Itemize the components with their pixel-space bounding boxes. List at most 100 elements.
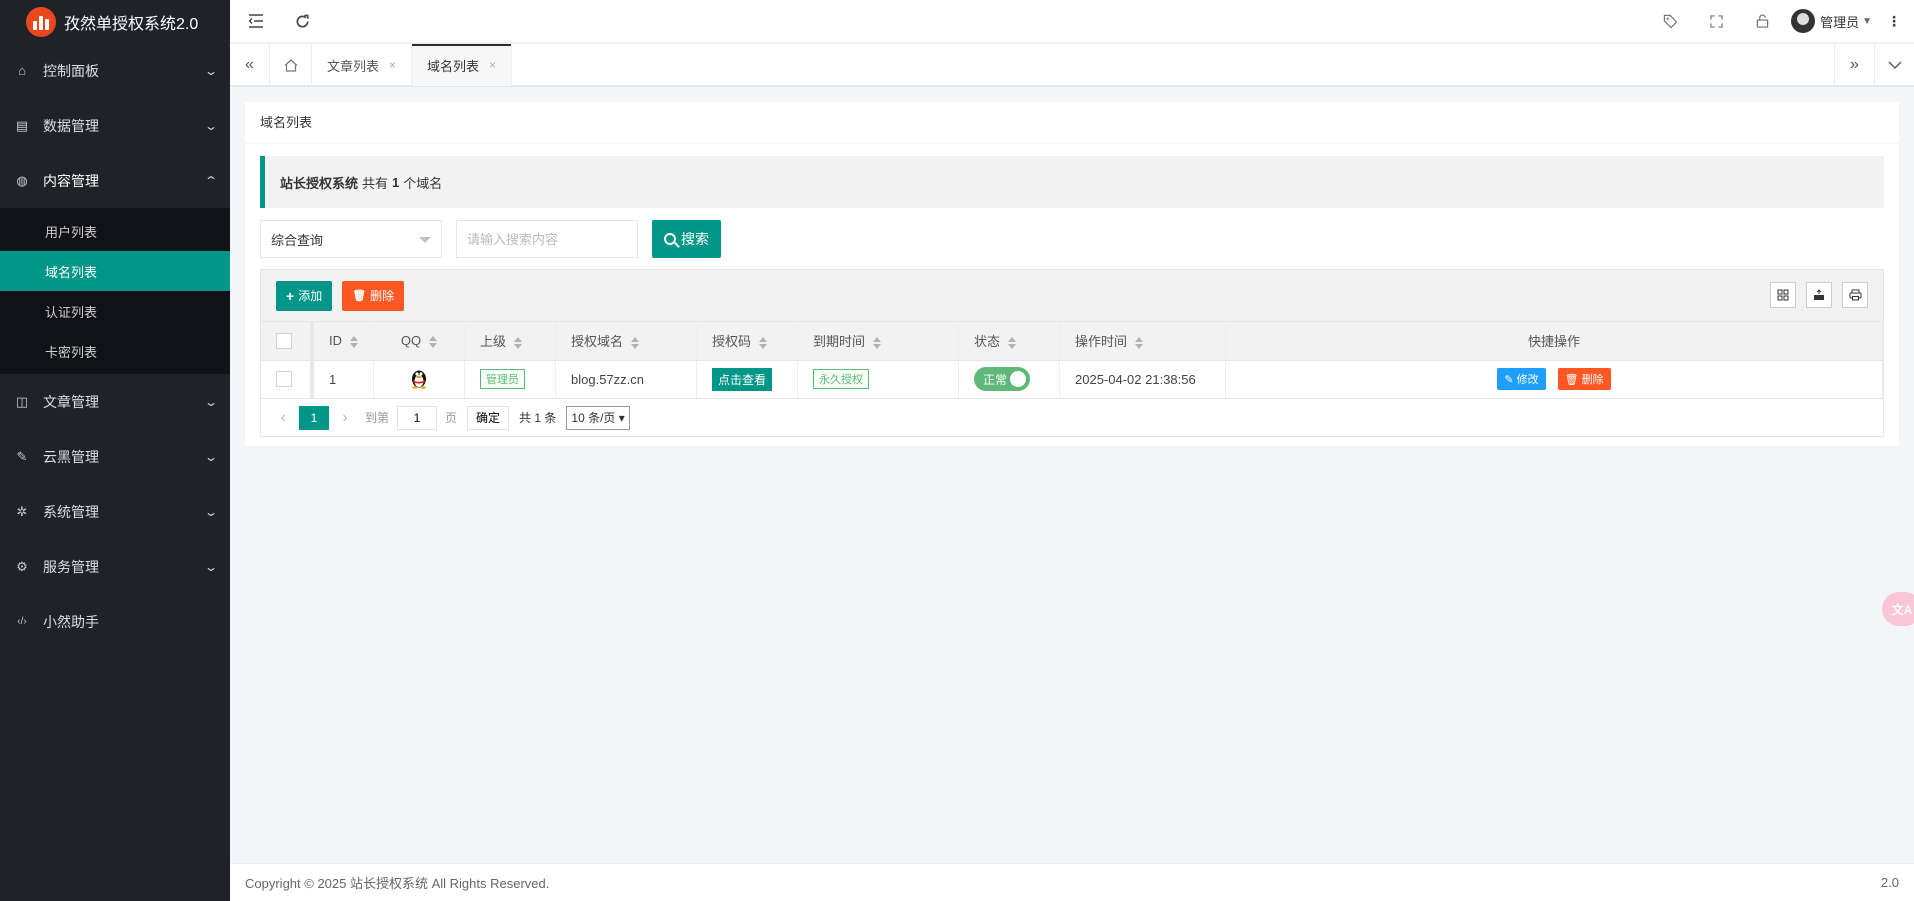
col-code[interactable]: 授权码 (696, 322, 798, 361)
close-icon[interactable]: × (389, 58, 396, 72)
header-checkbox-cell (261, 322, 314, 361)
more-icon[interactable]: ⋮ (1882, 0, 1906, 43)
sort-icon[interactable] (350, 335, 358, 348)
edit-button[interactable]: ✎ 修改 (1497, 368, 1546, 390)
cell-qq (373, 360, 465, 399)
chevron-down-icon[interactable] (1874, 44, 1914, 86)
sidebar-item-data[interactable]: ▤ 数据管理 ⌄ (0, 98, 230, 153)
search-input[interactable] (456, 220, 638, 258)
tab-label: 域名列表 (427, 58, 480, 74)
sidebar: 孜然单授权系统2.0 ⌂ 控制面板 ⌄ ▤ 数据管理 ⌄ ◍ 内容管理 ⌃ 用户… (0, 0, 230, 901)
sidebar-item-blacklist[interactable]: ✎ 云黑管理 ⌄ (0, 429, 230, 484)
sidebar-item-label: 小然助手 (43, 613, 99, 630)
delete-button[interactable]: 🗑 删除 (342, 280, 405, 311)
sidebar-menu: ⌂ 控制面板 ⌄ ▤ 数据管理 ⌄ ◍ 内容管理 ⌃ 用户列表 域名列表 认证列… (0, 43, 230, 649)
content-submenu: 用户列表 域名列表 认证列表 卡密列表 (0, 208, 230, 374)
col-expire[interactable]: 到期时间 (797, 322, 959, 361)
select-value: 综合查询 (271, 232, 324, 248)
tab-articles[interactable]: 文章列表 × (312, 44, 413, 86)
view-code-button[interactable]: 点击查看 (712, 367, 773, 391)
cell-expire: 永久授权 (797, 360, 959, 399)
user-menu[interactable]: 管理员 ▼ (1785, 0, 1882, 43)
search-row: 综合查询 搜索 (260, 220, 721, 258)
sidebar-item-articles[interactable]: ◫ 文章管理 ⌄ (0, 374, 230, 429)
pagination: ‹ 1 › 到第 页 确定 共 1 条 10 条/页 ▾ (261, 399, 1883, 437)
sidebar-item-assistant[interactable]: ‹/› 小然助手 (0, 594, 230, 649)
summary-blockquote: 站长授权系统 共有 1 个域名 (260, 156, 1884, 208)
prev-page-icon[interactable]: ‹ (271, 409, 295, 427)
main-content: 域名列表 站长授权系统 共有 1 个域名 综合查询 搜索 + 添加 (230, 87, 1914, 863)
sidebar-item-system[interactable]: ✲ 系统管理 ⌄ (0, 484, 230, 539)
sidebar-item-content[interactable]: ◍ 内容管理 ⌃ (0, 153, 230, 208)
close-icon[interactable]: × (489, 58, 496, 72)
next-page-icon[interactable]: › (333, 409, 357, 427)
search-button[interactable]: 搜索 (652, 220, 721, 258)
goto-confirm-button[interactable]: 确定 (467, 405, 510, 430)
cell-actions: ✎ 修改 🗑 删除 (1225, 360, 1883, 399)
cell-code: 点击查看 (696, 360, 798, 399)
menu-toggle-icon[interactable] (233, 0, 279, 43)
globe-icon: ◍ (16, 172, 28, 188)
col-qq[interactable]: QQ (373, 322, 465, 361)
export-icon[interactable] (1806, 282, 1832, 308)
cell-time: 2025-04-02 21:38:56 (1059, 360, 1226, 399)
caret-down-icon: ▼ (1862, 15, 1872, 27)
print-icon[interactable] (1842, 282, 1868, 308)
page-label: 页 (445, 411, 458, 425)
sidebar-item-dashboard[interactable]: ⌂ 控制面板 ⌄ (0, 43, 230, 98)
summary-site: 站长授权系统 (280, 175, 359, 191)
logo[interactable]: 孜然单授权系统2.0 (0, 0, 230, 43)
version: 2.0 (1880, 875, 1899, 890)
sort-icon[interactable] (429, 335, 438, 348)
submenu-item-domains[interactable]: 域名列表 (0, 251, 230, 291)
refresh-icon[interactable] (279, 0, 325, 43)
sidebar-item-label: 数据管理 (43, 117, 99, 134)
tab-domains[interactable]: 域名列表 × (412, 44, 513, 86)
sort-icon[interactable] (631, 336, 640, 349)
row-delete-button[interactable]: 🗑 删除 (1557, 368, 1611, 390)
submenu-item-users[interactable]: 用户列表 (0, 211, 230, 251)
sidebar-item-label: 系统管理 (43, 503, 99, 520)
lock-icon[interactable] (1739, 0, 1785, 43)
sort-icon[interactable] (1135, 336, 1144, 349)
tag-icon[interactable] (1647, 0, 1693, 43)
page-input[interactable] (397, 405, 438, 430)
select-all-checkbox[interactable] (276, 333, 292, 350)
fullscreen-icon[interactable] (1693, 0, 1739, 43)
col-time[interactable]: 操作时间 (1059, 322, 1226, 361)
footer: Copyright © 2025 站长授权系统 All Rights Reser… (230, 863, 1914, 901)
add-button[interactable]: + 添加 (276, 280, 333, 311)
page-size-select[interactable]: 10 条/页 ▾ (566, 405, 630, 430)
tab-scroll-left-icon[interactable]: « (230, 44, 270, 86)
sort-icon[interactable] (873, 336, 882, 349)
file-icon: ▤ (15, 117, 29, 133)
submenu-item-auth[interactable]: 认证列表 (0, 291, 230, 331)
sort-icon[interactable] (759, 336, 768, 349)
col-domain[interactable]: 授权域名 (555, 322, 697, 361)
translate-icon[interactable]: 文A (1882, 592, 1914, 626)
chevron-down-icon: ⌄ (203, 118, 219, 133)
search-type-select[interactable]: 综合查询 (260, 220, 442, 258)
col-parent[interactable]: 上级 (464, 322, 556, 361)
tab-bar: « 文章列表 × 域名列表 × » (230, 44, 1914, 86)
table-header-row: ID QQ 上级 授权域名 授权码 到期时间 状态 操作时间 快捷操作 (261, 322, 1883, 361)
parent-badge: 管理员 (480, 369, 525, 389)
sort-icon[interactable] (1008, 336, 1017, 349)
submenu-item-cards[interactable]: 卡密列表 (0, 331, 230, 371)
row-checkbox[interactable] (276, 371, 292, 388)
add-button-label: 添加 (298, 289, 323, 303)
gear-icon: ✲ (16, 503, 28, 519)
summary-count: 1 (392, 174, 400, 190)
sidebar-item-label: 控制面板 (43, 62, 99, 79)
sidebar-item-service[interactable]: ⚙ 服务管理 ⌄ (0, 539, 230, 594)
col-id[interactable]: ID (312, 322, 374, 361)
cell-id: 1 (312, 360, 374, 399)
sort-icon[interactable] (514, 336, 523, 349)
tab-scroll-right-icon[interactable]: » (1834, 44, 1874, 86)
copyright: Copyright © 2025 站长授权系统 All Rights Reser… (245, 876, 550, 891)
status-toggle[interactable]: 正常 (974, 367, 1030, 391)
current-page[interactable]: 1 (299, 405, 329, 430)
tab-home-icon[interactable] (270, 44, 312, 86)
col-status[interactable]: 状态 (958, 322, 1060, 361)
columns-icon[interactable] (1770, 282, 1796, 308)
